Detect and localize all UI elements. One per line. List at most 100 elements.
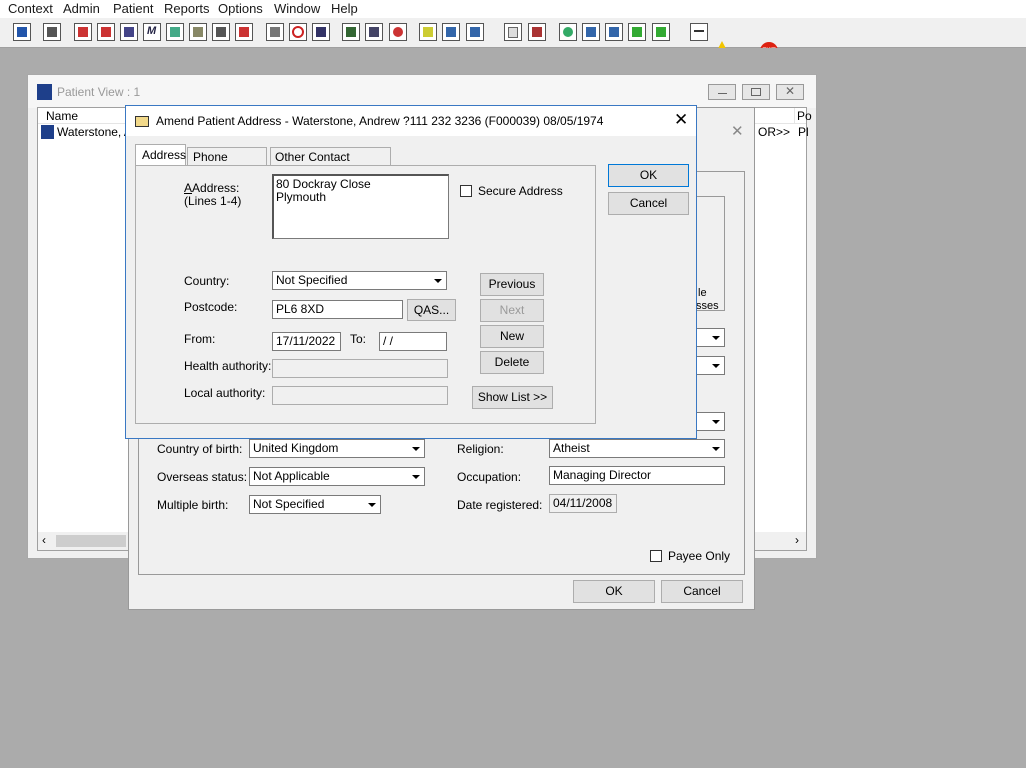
swap-icon[interactable] bbox=[690, 23, 708, 41]
amend-title: Amend Patient Address - Waterstone, Andr… bbox=[156, 114, 604, 128]
dialog-icon bbox=[135, 116, 149, 127]
new-button[interactable]: New bbox=[480, 325, 544, 348]
notes-icon[interactable] bbox=[189, 23, 207, 41]
country-of-birth-label: Country of birth: bbox=[157, 442, 243, 456]
show-list-button[interactable]: Show List >> bbox=[472, 386, 553, 409]
minimize-button[interactable] bbox=[708, 84, 736, 100]
occupation-field[interactable]: Managing Director bbox=[549, 466, 725, 485]
address-tab-panel: AAddress: (Lines 1-4) 80 Dockray Close P… bbox=[135, 165, 596, 424]
printer-icon[interactable] bbox=[43, 23, 61, 41]
gauge-icon[interactable] bbox=[389, 23, 407, 41]
globe-icon[interactable] bbox=[559, 23, 577, 41]
date-registered-field: 04/11/2008 bbox=[549, 494, 617, 513]
occupation-label: Occupation: bbox=[457, 470, 522, 484]
row-name: Waterstone, A bbox=[57, 125, 132, 139]
records-icon[interactable] bbox=[120, 23, 138, 41]
book-icon[interactable] bbox=[74, 23, 92, 41]
religion-label: Religion: bbox=[457, 442, 504, 456]
side-text: le bbox=[698, 287, 707, 299]
search-doc-icon[interactable] bbox=[266, 23, 284, 41]
transfer-icon[interactable] bbox=[466, 23, 484, 41]
cancel-button[interactable]: Cancel bbox=[608, 192, 689, 215]
amend-address-dialog: Amend Patient Address - Waterstone, Andr… bbox=[125, 105, 697, 439]
country-of-birth-select[interactable]: United Kingdom bbox=[249, 439, 425, 458]
menu-help[interactable]: Help bbox=[331, 1, 358, 16]
menu-window[interactable]: Window bbox=[274, 1, 320, 16]
address-label: AAddress: bbox=[184, 181, 240, 195]
column-po[interactable]: Po bbox=[797, 109, 812, 123]
payee-only-checkbox[interactable] bbox=[650, 550, 662, 562]
multiple-birth-select[interactable]: Not Specified bbox=[249, 495, 381, 514]
card-icon[interactable] bbox=[212, 23, 230, 41]
religion-select[interactable]: Atheist bbox=[549, 439, 725, 458]
close-icon[interactable]: ✕ bbox=[674, 110, 688, 130]
row-more: OR>> bbox=[758, 125, 791, 139]
card-flag-icon[interactable] bbox=[235, 23, 253, 41]
amend-titlebar: Amend Patient Address - Waterstone, Andr… bbox=[126, 106, 696, 136]
secure-address-checkbox[interactable] bbox=[460, 185, 472, 197]
country-label: Country: bbox=[184, 274, 230, 288]
address-lines-label: (Lines 1-4) bbox=[184, 194, 242, 208]
bar-chart-icon[interactable] bbox=[528, 23, 546, 41]
scroll-left-icon[interactable]: ‹ bbox=[42, 533, 46, 547]
list-icon[interactable] bbox=[419, 23, 437, 41]
overseas-status-select[interactable]: Not Applicable bbox=[249, 467, 425, 486]
local-authority-field bbox=[272, 386, 448, 405]
health-authority-label: Health authority: bbox=[184, 359, 272, 373]
scroll-thumb[interactable] bbox=[56, 535, 126, 547]
toolbar: M EXIT bbox=[0, 18, 1026, 60]
document-icon[interactable] bbox=[365, 23, 383, 41]
close-icon[interactable]: ✕ bbox=[731, 122, 744, 140]
next-button: Next bbox=[480, 299, 544, 322]
column-divider bbox=[794, 108, 795, 123]
tab-address[interactable]: Address bbox=[135, 144, 186, 166]
side-text: sses bbox=[696, 300, 719, 312]
details-cancel-button[interactable]: Cancel bbox=[661, 580, 743, 603]
folder-icon[interactable] bbox=[97, 23, 115, 41]
close-icon[interactable]: ✕ bbox=[776, 84, 804, 100]
page-icon[interactable] bbox=[504, 23, 522, 41]
tab-other-contact[interactable]: Other Contact Methods bbox=[270, 147, 391, 178]
menu-admin[interactable]: Admin bbox=[63, 1, 100, 16]
menu-options[interactable]: Options bbox=[218, 1, 263, 16]
payee-only-label: Payee Only bbox=[668, 549, 731, 563]
clock-icon[interactable] bbox=[289, 23, 307, 41]
maximize-button[interactable] bbox=[742, 84, 770, 100]
patient-icon bbox=[37, 84, 52, 100]
from-label: From: bbox=[184, 332, 216, 346]
multiple-birth-label: Multiple birth: bbox=[157, 498, 229, 512]
local-authority-label: Local authority: bbox=[184, 386, 266, 400]
user-icon[interactable] bbox=[13, 23, 31, 41]
to-date-field[interactable]: / / bbox=[379, 332, 447, 351]
details-ok-button[interactable]: OK bbox=[573, 580, 655, 603]
secure-address-label: Secure Address bbox=[478, 184, 563, 198]
mail-down-icon[interactable] bbox=[605, 23, 623, 41]
menu-patient[interactable]: Patient bbox=[113, 1, 153, 16]
person-icon[interactable] bbox=[166, 23, 184, 41]
chart-icon[interactable] bbox=[342, 23, 360, 41]
postcode-field[interactable]: PL6 8XD bbox=[272, 300, 403, 319]
transport-icon[interactable] bbox=[442, 23, 460, 41]
row-po: Pl bbox=[798, 125, 809, 139]
column-name[interactable]: Name bbox=[46, 109, 78, 123]
mail-green-icon[interactable] bbox=[628, 23, 646, 41]
scroll-right-icon[interactable]: › bbox=[795, 533, 799, 547]
monitor-icon[interactable] bbox=[312, 23, 330, 41]
delete-button[interactable]: Delete bbox=[480, 351, 544, 374]
mail-check-icon[interactable] bbox=[582, 23, 600, 41]
qas-button[interactable]: QAS... bbox=[407, 299, 456, 321]
ok-button[interactable]: OK bbox=[608, 164, 689, 187]
health-authority-field bbox=[272, 359, 448, 378]
address-textarea[interactable]: 80 Dockray Close Plymouth bbox=[272, 174, 449, 239]
date-registered-label: Date registered: bbox=[457, 498, 543, 512]
menu-reports[interactable]: Reports bbox=[164, 1, 210, 16]
letter-m-icon[interactable]: M bbox=[143, 23, 161, 41]
country-select[interactable]: Not Specified bbox=[272, 271, 447, 290]
patient-view-title: Patient View : 1 bbox=[57, 85, 141, 99]
from-date-field[interactable]: 17/11/2022 bbox=[272, 332, 341, 351]
menu-context[interactable]: Context bbox=[8, 1, 53, 16]
tab-phone-number[interactable]: Phone Number bbox=[187, 147, 267, 178]
previous-button[interactable]: Previous bbox=[480, 273, 544, 296]
mail-green-icon[interactable] bbox=[652, 23, 670, 41]
patient-view-titlebar: Patient View : 1 ✕ bbox=[28, 75, 816, 108]
